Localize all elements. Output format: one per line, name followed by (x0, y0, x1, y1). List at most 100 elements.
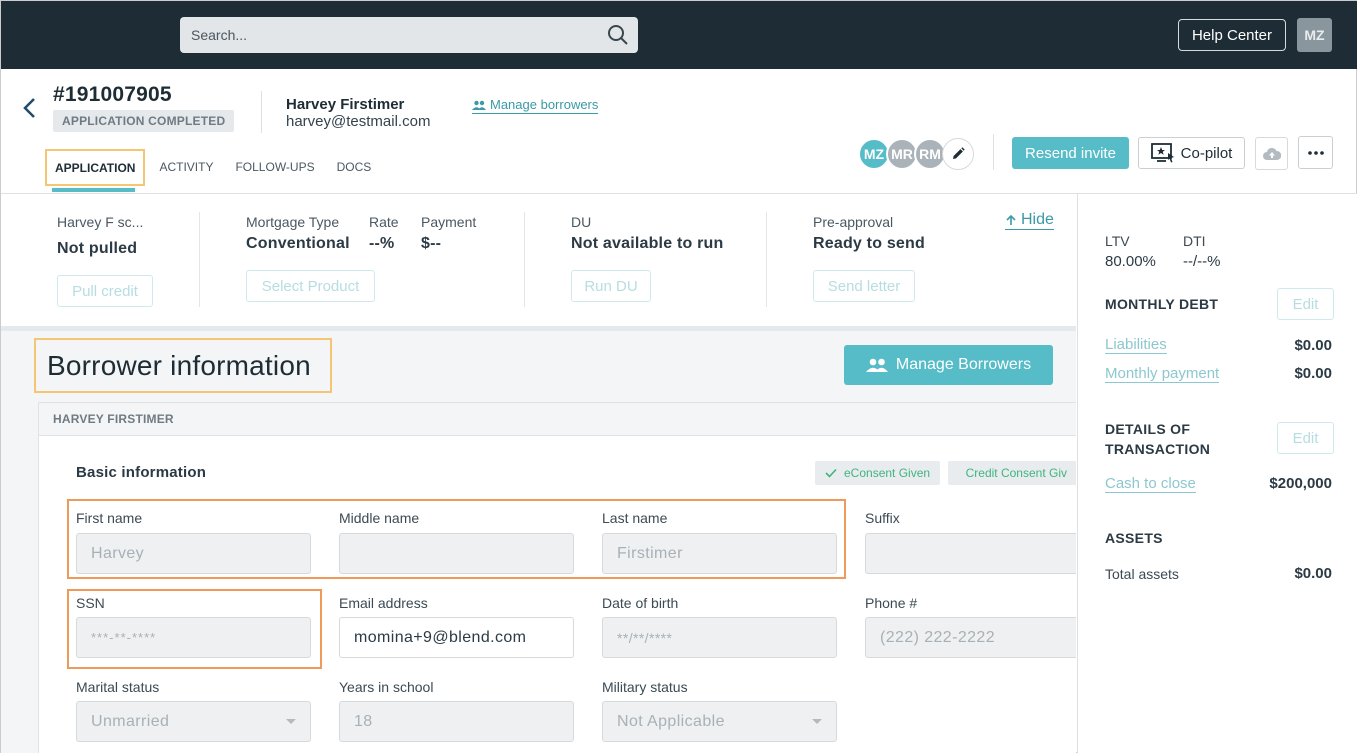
resend-invite-button[interactable]: Resend invite (1012, 137, 1129, 169)
dti-value: --/--% (1183, 253, 1221, 270)
more-options-button[interactable] (1298, 136, 1333, 169)
help-center-button[interactable]: Help Center (1178, 19, 1286, 51)
pencil-icon (953, 147, 965, 159)
loan-details-panel: LTV 80.00% DTI --/--% MONTHLY DEBT Edit … (1077, 194, 1357, 753)
edit-monthly-debt-button[interactable]: Edit (1277, 288, 1334, 320)
cloud-upload-icon (1262, 147, 1281, 160)
people-icon (472, 100, 486, 110)
divider (199, 212, 200, 307)
search-box[interactable] (180, 17, 638, 53)
more-dots-icon (1307, 150, 1324, 155)
econsent-badge: eConsent Given (815, 461, 941, 485)
divider (261, 91, 262, 133)
mortgage-type-value: Conventional (246, 235, 350, 252)
suffix-field[interactable] (865, 533, 1076, 574)
borrower-card: HARVEY FIRSTIMER Basic information eCons… (38, 402, 1076, 753)
user-avatar[interactable]: MZ (1297, 18, 1332, 52)
hide-label: Hide (1021, 211, 1054, 228)
pre-approval-label: Pre-approval (813, 214, 894, 230)
cash-to-close-value: $200,000 (1269, 475, 1332, 492)
pre-approval-value: Ready to send (813, 235, 925, 252)
main-content: Borrower information Manage Borrowers HA… (1, 331, 1076, 753)
details-of-transaction-heading: DETAILS OF TRANSACTION (1105, 421, 1211, 457)
total-assets-label: Total assets (1105, 566, 1179, 582)
back-arrow-icon[interactable] (21, 96, 39, 120)
payment-value: $-- (421, 235, 442, 252)
ltv-label: LTV (1105, 233, 1130, 249)
tab-bar: APPLICATION ACTIVITY FOLLOW-UPS DOCS (45, 149, 385, 193)
borrower-email: harvey@testmail.com (286, 113, 431, 130)
tab-activity[interactable]: ACTIVITY (151, 149, 221, 185)
borrower-card-title: HARVEY FIRSTIMER (39, 403, 1076, 436)
credit-consent-badge: Credit Consent Giv (948, 461, 1076, 485)
edit-collaborators-button[interactable] (942, 138, 974, 170)
loan-summary-strip: Harvey F sc... Not pulled Pull credit Mo… (1, 194, 1076, 327)
status-badge: APPLICATION COMPLETED (53, 110, 235, 132)
tab-application[interactable]: APPLICATION (45, 149, 146, 192)
payment-label: Payment (421, 214, 477, 230)
military-status-select[interactable]: Not Applicable (602, 701, 837, 742)
search-input[interactable] (180, 17, 638, 53)
arrow-up-icon (1006, 214, 1016, 225)
marital-status-value: Unmarried (91, 712, 170, 730)
years-in-school-label: Years in school (339, 679, 434, 695)
top-navigation-bar: Help Center MZ (1, 1, 1357, 69)
divider (766, 212, 767, 307)
ssn-highlight (67, 589, 322, 669)
military-status-value: Not Applicable (617, 712, 725, 730)
check-icon (825, 468, 837, 478)
manage-borrowers-button-label: Manage Borrowers (895, 356, 1032, 373)
borrower-name: Harvey Firstimer (286, 96, 405, 113)
loan-number: #191007905 (53, 83, 172, 106)
tab-follow-ups[interactable]: FOLLOW-UPS (227, 149, 322, 185)
marital-status-label: Marital status (76, 679, 160, 695)
edit-transaction-button[interactable]: Edit (1277, 422, 1334, 454)
phone-field[interactable]: (222) 222-2222 (865, 617, 1076, 658)
manage-borrowers-link[interactable]: Manage borrowers (472, 97, 599, 114)
pull-credit-button[interactable]: Pull credit (57, 275, 153, 307)
manage-borrowers-button[interactable]: Manage Borrowers (844, 345, 1053, 385)
check-icon (958, 472, 959, 474)
chevron-down-icon (286, 719, 296, 724)
dob-label: Date of birth (602, 595, 679, 611)
cash-to-close-link[interactable]: Cash to close (1105, 475, 1196, 493)
phone-label: Phone # (865, 595, 918, 611)
ltv-value: 80.00% (1105, 253, 1156, 270)
credit-consent-label: Credit Consent Giv (965, 466, 1067, 480)
liabilities-link[interactable]: Liabilities (1105, 336, 1167, 354)
credit-value: Not pulled (57, 240, 138, 257)
dti-label: DTI (1183, 233, 1206, 249)
du-label: DU (571, 214, 592, 230)
run-du-button[interactable]: Run DU (571, 270, 651, 302)
co-pilot-button[interactable]: Co-pilot (1138, 137, 1245, 169)
rate-value: --% (369, 235, 395, 252)
collaborator-avatars: MZ MR RM (858, 138, 974, 170)
monthly-payment-value: $0.00 (1294, 365, 1332, 382)
co-pilot-label: Co-pilot (1180, 144, 1233, 162)
basic-info-heading: Basic information (76, 464, 207, 481)
military-status-label: Military status (602, 679, 688, 695)
tab-docs[interactable]: DOCS (329, 149, 380, 185)
monthly-payment-link[interactable]: Monthly payment (1105, 365, 1220, 383)
people-icon (865, 358, 888, 372)
chevron-down-icon (812, 719, 822, 724)
name-fields-highlight (67, 499, 846, 579)
liabilities-value: $0.00 (1294, 337, 1332, 354)
divider (524, 212, 525, 307)
email-field[interactable]: momina+9@blend.com (339, 617, 574, 658)
suffix-label: Suffix (865, 510, 900, 526)
search-icon[interactable] (606, 23, 630, 47)
page-title: Borrower information (34, 338, 332, 393)
econsent-label: eConsent Given (844, 466, 931, 480)
du-value: Not available to run (571, 235, 724, 252)
select-product-button[interactable]: Select Product (246, 270, 375, 302)
marital-status-select[interactable]: Unmarried (76, 701, 311, 742)
send-letter-button[interactable]: Send letter (813, 270, 915, 302)
rate-label: Rate (369, 214, 399, 230)
screen-share-icon (1150, 143, 1174, 163)
years-in-school-field[interactable]: 18 (339, 701, 574, 742)
email-label: Email address (339, 595, 428, 611)
hide-summary-link[interactable]: Hide (1005, 211, 1054, 230)
upload-button[interactable] (1255, 137, 1288, 170)
dob-field[interactable]: **/**/**** (602, 617, 837, 658)
